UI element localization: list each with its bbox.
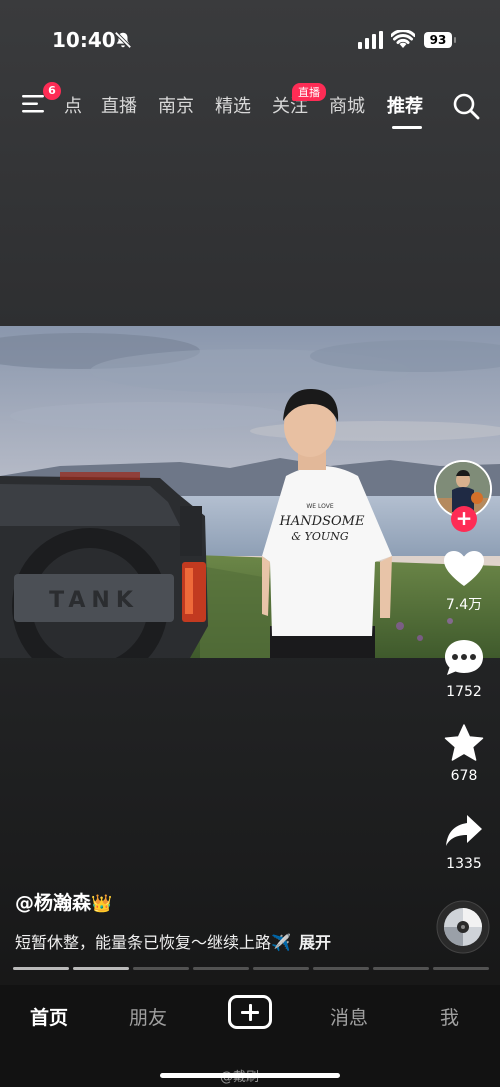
home-indicator[interactable] — [160, 1073, 340, 1078]
tank-plate-text: TANK — [49, 588, 139, 613]
crown-emoji: 👑 — [91, 894, 113, 914]
tab-featured[interactable]: 精选 — [215, 92, 251, 118]
progress-segment — [133, 967, 189, 970]
like-button[interactable]: 7.4万 — [434, 550, 494, 614]
music-disc[interactable] — [436, 900, 490, 954]
shirt-text-3: & YOUNG — [291, 530, 348, 543]
share-button[interactable]: 1335 — [434, 812, 494, 872]
star-icon — [444, 724, 484, 761]
follow-button[interactable]: + — [451, 506, 477, 532]
live-badge: 直播 — [292, 83, 326, 101]
caption-text: 短暂休整，能量条已恢复～继续上路✈️ — [15, 933, 291, 952]
music-disc-icon — [436, 900, 490, 954]
comment-icon — [445, 640, 483, 675]
like-count: 7.4万 — [445, 597, 483, 613]
bell-muted-icon — [114, 31, 132, 49]
tab-mall[interactable]: 商城 — [329, 92, 365, 118]
menu-icon[interactable] — [22, 94, 44, 114]
search-icon[interactable] — [452, 92, 480, 120]
status-bar: 10:40 93 — [0, 0, 500, 80]
heart-icon — [444, 551, 484, 586]
tab-nanjing[interactable]: 南京 — [158, 92, 194, 118]
tab-recommended[interactable]: 推荐 — [387, 92, 423, 118]
progress-segment — [193, 967, 249, 970]
post-caption: 短暂休整，能量条已恢复～继续上路✈️ 展开 — [15, 929, 331, 953]
tab-live[interactable]: 直播 — [101, 92, 137, 118]
status-time: 10:40 — [52, 28, 116, 52]
share-count: 1335 — [446, 856, 482, 872]
progress-segment — [13, 967, 69, 970]
top-navigation: 6 点 直播 南京 精选 关注 直播 商城 推荐 — [0, 82, 500, 129]
progress-segment — [313, 967, 369, 970]
active-tab-indicator — [392, 126, 422, 129]
wifi-icon — [391, 30, 415, 48]
progress-segment — [373, 967, 429, 970]
progress-segment — [73, 967, 129, 970]
author-handle: @杨瀚森 — [15, 892, 92, 914]
share-arrow-icon — [446, 815, 482, 846]
expand-caption-button[interactable]: 展开 — [299, 933, 331, 952]
cellular-signal-icon — [358, 31, 383, 49]
favorite-count: 678 — [450, 768, 478, 784]
shirt-text-2: HANDSOME — [279, 514, 365, 529]
menu-notification-badge: 6 — [43, 82, 61, 100]
comment-count: 1752 — [446, 684, 482, 700]
tab-dian[interactable]: 点 — [64, 92, 82, 118]
comment-button[interactable]: 1752 — [434, 638, 494, 700]
nav-friends[interactable]: 朋友 — [129, 1003, 167, 1030]
video-frame: TANK WE LOVE HANDSOME & YOUNG — [0, 326, 500, 658]
nav-home[interactable]: 首页 — [30, 1003, 68, 1030]
video-progress-bar[interactable] — [13, 967, 489, 970]
favorite-button[interactable]: 678 — [434, 724, 494, 784]
progress-segment — [253, 967, 309, 970]
shirt-text-1: WE LOVE — [306, 503, 333, 510]
progress-segment — [433, 967, 489, 970]
create-post-button[interactable] — [228, 995, 272, 1029]
video-player[interactable]: TANK WE LOVE HANDSOME & YOUNG — [0, 326, 500, 658]
nav-me[interactable]: 我 — [440, 1003, 459, 1030]
nav-messages[interactable]: 消息 — [330, 1003, 368, 1030]
battery-indicator: 93 — [424, 32, 456, 48]
author-name[interactable]: @杨瀚森👑 — [15, 888, 112, 915]
